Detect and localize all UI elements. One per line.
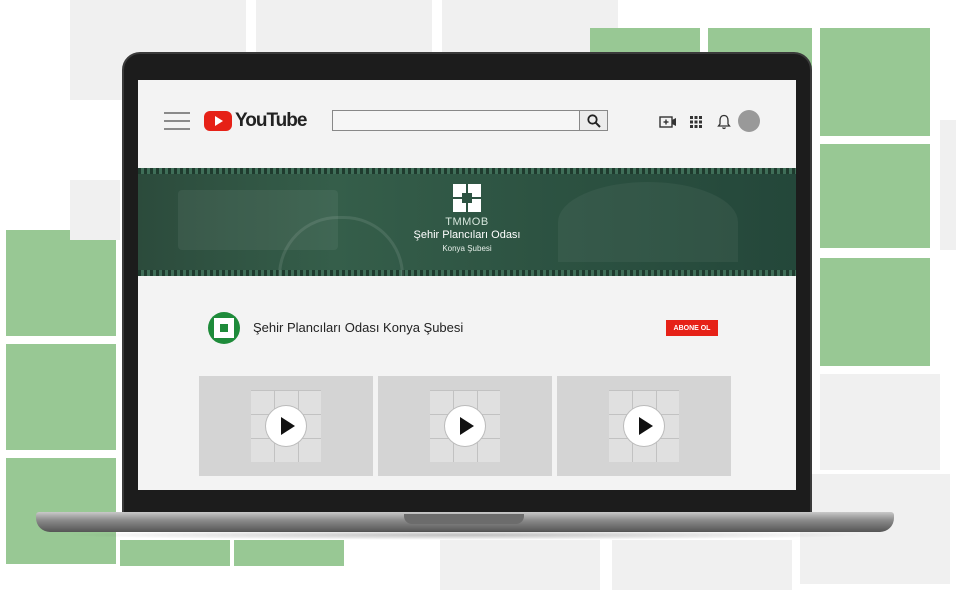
background-tile [612, 540, 792, 590]
create-video-icon[interactable] [658, 113, 678, 131]
background-tile [6, 458, 116, 564]
background-tile [440, 540, 600, 590]
bell-icon[interactable] [714, 113, 734, 131]
channel-banner: TMMOB Şehir Plancıları Odası Konya Şubes… [138, 168, 796, 276]
header-icons [658, 112, 742, 132]
subscribe-button[interactable]: ABONE OL [666, 320, 718, 336]
background-tile [820, 144, 930, 248]
background-tile [820, 28, 930, 136]
banner-strip [138, 270, 796, 276]
youtube-play-icon [204, 111, 232, 131]
play-icon[interactable] [445, 406, 485, 446]
background-tile [120, 540, 230, 566]
background-tile [6, 230, 116, 336]
background-tile [6, 344, 116, 450]
search-icon [586, 113, 601, 128]
laptop-notch [404, 514, 524, 524]
youtube-logo[interactable]: YouTube [204, 110, 307, 132]
menu-icon[interactable] [164, 112, 190, 130]
play-icon[interactable] [624, 406, 664, 446]
search-button[interactable] [580, 110, 608, 131]
video-thumbnail[interactable] [199, 376, 373, 476]
banner-subtitle: Konya Şubesi [442, 244, 492, 253]
video-thumbnail[interactable] [378, 376, 552, 476]
search-input[interactable] [332, 110, 580, 131]
channel-name[interactable]: Şehir Plancıları Odası Konya Şubesi [253, 320, 463, 335]
video-thumbnail[interactable] [557, 376, 731, 476]
banner-organization: TMMOB [445, 216, 489, 228]
play-icon[interactable] [266, 406, 306, 446]
banner-title: Şehir Plancıları Odası [413, 229, 521, 241]
background-tile [70, 180, 120, 240]
avatar[interactable] [738, 110, 760, 132]
tmmob-emblem-icon [453, 184, 481, 212]
top-bar: YouTube [138, 80, 796, 168]
youtube-screen: YouTube TMMOB Şehir Plancıları Odası Kon… [138, 80, 796, 490]
logo-text: YouTube [235, 110, 307, 131]
laptop-shadow [60, 530, 870, 540]
background-tile [256, 0, 432, 60]
channel-avatar[interactable] [208, 312, 240, 344]
background-tile [234, 540, 344, 566]
apps-grid-icon[interactable] [686, 113, 706, 131]
background-tile [940, 120, 956, 250]
background-tile [820, 258, 930, 366]
banner-strip [138, 168, 796, 174]
background-tile [820, 374, 940, 470]
